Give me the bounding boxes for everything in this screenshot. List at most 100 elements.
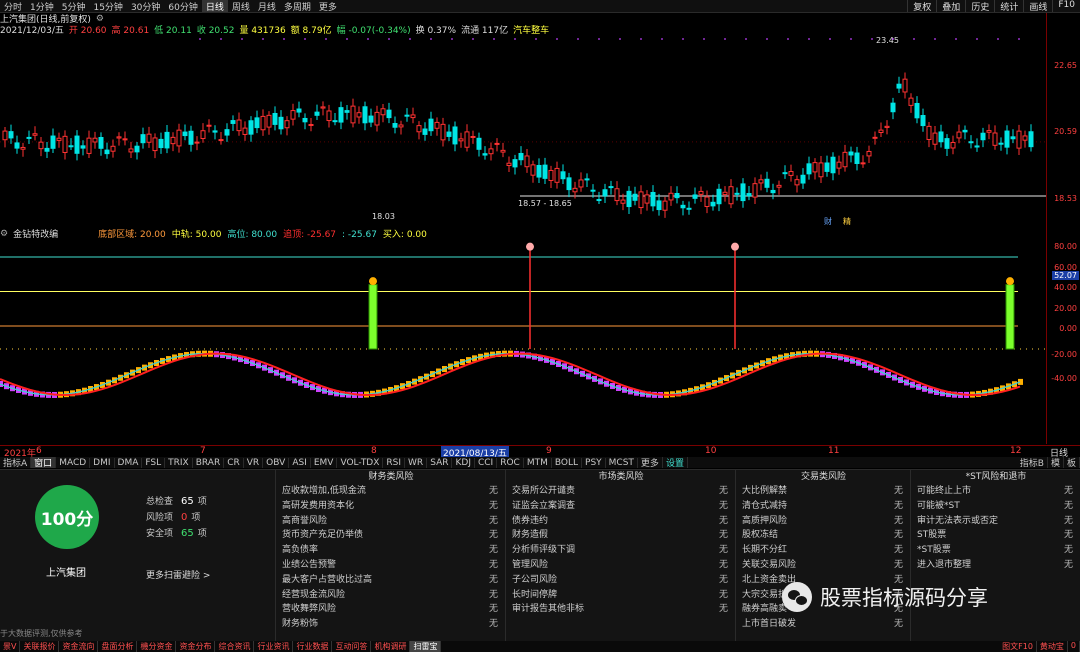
period-10[interactable]: 更多 [315,0,341,13]
risk-item[interactable]: 高质押风险 无 [736,514,911,529]
indicator-tab-6[interactable]: TRIX [165,457,193,468]
risk-item[interactable]: 高研发费用资本化 无 [276,499,506,514]
indicator-tab-1[interactable]: 窗口 [31,457,57,468]
indicator-chart[interactable] [0,239,1046,444]
price-chart[interactable]: 23.45 18.03 18.57 - 18.65 财 精 [0,35,1046,226]
indicator-tab-5[interactable]: FSL [142,457,166,468]
bottom-tab-5[interactable]: 资金分布 [176,641,216,652]
indicator-tab-16[interactable]: SAR [427,457,453,468]
candlestick-chart[interactable]: 23.45 18.03 18.57 - 18.65 财 精 [0,35,1046,226]
risk-item[interactable]: 应收款增加,低现金流 无 [276,484,506,499]
period-9[interactable]: 多周期 [280,0,315,13]
bottom-tab-4[interactable]: 機分资金 [137,641,177,652]
risk-item[interactable]: 清仓式减持 无 [736,499,911,514]
indicator-tab-25[interactable]: 设置 [663,457,688,468]
indicator-tab-13[interactable]: VOL-TDX [337,457,384,468]
period-4[interactable]: 30分钟 [127,0,164,13]
indicator-plot[interactable] [0,239,1046,444]
info-sector[interactable]: 汽车整车 [513,24,549,35]
period-0[interactable]: 分时 [0,0,26,13]
risk-item[interactable]: 长时间停牌 无 [506,588,736,603]
period-3[interactable]: 15分钟 [89,0,126,13]
bottom-tab-7[interactable]: 行业资讯 [254,641,294,652]
period-5[interactable]: 60分钟 [164,0,201,13]
indicator-tab-18[interactable]: CCI [475,457,498,468]
risk-item[interactable]: 关联交易风险 无 [736,558,911,573]
bottom-tab-6[interactable]: 综合资讯 [215,641,255,652]
bottom-tab-10[interactable]: 机构调研 [371,641,411,652]
bottom-right-0[interactable]: 图文F10 [999,641,1037,652]
bottom-tab-0[interactable]: 景V [0,641,21,652]
period-1[interactable]: 1分钟 [26,0,58,13]
risk-item[interactable]: 财务造假 无 [506,528,736,543]
tool-4[interactable]: 画线 [1023,0,1052,12]
indicator-tab-9[interactable]: VR [244,457,264,468]
risk-item[interactable]: 进入退市整理 无 [911,558,1080,573]
risk-item[interactable]: 大比例解禁 无 [736,484,911,499]
indicator-tab-4[interactable]: DMA [115,457,143,468]
risk-item[interactable]: 审计报告其他非标 无 [506,602,736,617]
risk-item[interactable]: *ST股票 无 [911,543,1080,558]
bottom-tab-2[interactable]: 资金流向 [59,641,99,652]
risk-item[interactable]: 分析师评级下调 无 [506,543,736,558]
tool-1[interactable]: 叠加 [936,0,965,12]
indicator-tab-right-0[interactable]: 指标B [1017,457,1048,468]
settings-icon[interactable]: ⚙ [96,14,104,24]
risk-item[interactable]: 经营现金流风险 无 [276,588,506,603]
period-2[interactable]: 5分钟 [58,0,90,13]
risk-item[interactable]: 货币资产充足仍举债 无 [276,528,506,543]
risk-item[interactable]: 股权冻结 无 [736,528,911,543]
indicator-tab-8[interactable]: CR [224,457,244,468]
bottom-right-2[interactable]: 0 [1068,641,1080,652]
indicator-settings-icon[interactable]: ⚙ [0,229,8,239]
indicator-tab-right-2[interactable]: 板 [1064,457,1080,468]
more-scan-link[interactable]: 更多扫雷避险 > [146,568,210,581]
risk-item[interactable]: 审计无法表示或否定 无 [911,514,1080,529]
risk-item[interactable]: 管理风险 无 [506,558,736,573]
bottom-tab-11[interactable]: 扫雷宝 [410,641,442,652]
risk-item[interactable]: 长期不分红 无 [736,543,911,558]
indicator-tab-17[interactable]: KDJ [452,457,475,468]
risk-item[interactable]: 可能终止上市 无 [911,484,1080,499]
indicator-tab-7[interactable]: BRAR [193,457,225,468]
tool-2[interactable]: 历史 [965,0,994,12]
indicator-tab-24[interactable]: 更多 [638,457,663,468]
risk-item[interactable]: 子公司风险 无 [506,573,736,588]
risk-item[interactable]: 上市首日破发 无 [736,617,911,632]
indicator-tab-0[interactable]: 指标A [0,457,32,468]
risk-item[interactable]: 交易所公开谴责 无 [506,484,736,499]
risk-item[interactable]: 高负债率 无 [276,543,506,558]
period-6[interactable]: 日线 [201,0,228,12]
indicator-tab-20[interactable]: MTM [524,457,552,468]
indicator-tab-10[interactable]: OBV [263,457,290,468]
risk-item[interactable]: 可能被*ST 无 [911,499,1080,514]
risk-item[interactable]: 债券违约 无 [506,514,736,529]
period-7[interactable]: 周线 [228,0,254,13]
indicator-tab-23[interactable]: MCST [606,457,638,468]
bottom-tab-3[interactable]: 盘面分析 [98,641,138,652]
indicator-tab-12[interactable]: EMV [311,457,338,468]
risk-item[interactable]: 业绩公告预警 无 [276,558,506,573]
indicator-tab-3[interactable]: DMI [90,457,115,468]
bottom-tab-9[interactable]: 互动问答 [332,641,372,652]
period-8[interactable]: 月线 [254,0,280,13]
indicator-tab-right-1[interactable]: 模 [1048,457,1064,468]
risk-item[interactable]: 营收舞弊风险 无 [276,602,506,617]
indicator-tab-22[interactable]: PSY [582,457,606,468]
indicator-tab-19[interactable]: ROC [497,457,524,468]
bottom-tab-8[interactable]: 行业数据 [293,641,333,652]
risk-item[interactable]: 高商誉风险 无 [276,514,506,529]
tool-0[interactable]: 复权 [907,0,936,12]
tool-5[interactable]: F10 [1052,0,1080,12]
risk-item[interactable]: 最大客户占营收比过高 无 [276,573,506,588]
bottom-right-1[interactable]: 黄动宝 [1037,641,1068,652]
indicator-tab-14[interactable]: RSI [383,457,406,468]
bottom-tab-1[interactable]: 关联报价 [20,641,60,652]
indicator-tab-15[interactable]: WR [405,457,428,468]
risk-item[interactable]: 证监会立案调查 无 [506,499,736,514]
indicator-name[interactable]: 金钻特改编 [13,228,58,239]
indicator-tab-2[interactable]: MACD [56,457,91,468]
indicator-tab-11[interactable]: ASI [289,457,311,468]
risk-item[interactable]: ST股票 无 [911,528,1080,543]
indicator-tab-21[interactable]: BOLL [552,457,583,468]
